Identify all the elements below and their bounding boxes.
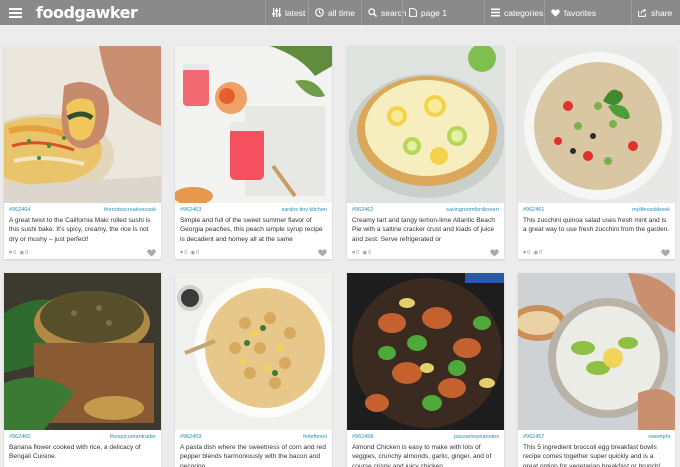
likes-count: 0 — [356, 250, 360, 256]
recipe-description: Almond Chicken is easy to make with lots… — [352, 444, 492, 467]
site-logo[interactable]: foodgawker — [36, 3, 138, 22]
recipe-description: This 5 ingredient broccoli egg breakfast… — [523, 444, 661, 467]
heart-small-icon: ♥ — [523, 250, 527, 256]
eye-icon: ◉ — [19, 250, 25, 256]
recipe-id: #962463 — [180, 207, 202, 213]
recipe-source-link[interactable]: theepicureantrader — [110, 434, 156, 440]
recipe-card[interactable]: #962462 savingroomfordessert Creamy tart… — [347, 46, 504, 259]
recipe-source-link[interactable]: feiteftevet — [303, 434, 327, 440]
recipe-id: #962457 — [523, 434, 545, 440]
recipe-card[interactable]: #962460 theepicureantrader Banana flower… — [4, 273, 161, 467]
list-icon — [491, 8, 500, 17]
recipe-description: Simple and full of the sweet summer flav… — [180, 217, 323, 243]
recipe-photo-peach-syrup[interactable] — [175, 46, 332, 203]
recipe-id: #962458 — [352, 434, 374, 440]
hamburger-menu-icon[interactable] — [0, 0, 30, 25]
recipe-id: #962461 — [523, 207, 545, 213]
recipe-card[interactable]: #962461 mylifecookbook This zucchini qui… — [518, 46, 675, 259]
nav-page-label: page 1 — [421, 7, 447, 18]
nav-latest-label: latest — [285, 7, 306, 18]
recipe-photo-quinoa-salad[interactable] — [518, 46, 675, 203]
recipe-card[interactable]: #962464 thenotsocreativecook A great twi… — [4, 46, 161, 259]
recipe-card[interactable]: #962459 feiteftevet A pasta dish where t… — [175, 273, 332, 467]
heart-icon — [551, 8, 560, 17]
recipe-source-link[interactable]: sweetphi — [648, 434, 670, 440]
recipe-photo-almond-chicken[interactable] — [347, 273, 504, 430]
heart-small-icon: ♥ — [352, 250, 356, 256]
recipe-photo-lemon-lime-pie[interactable] — [347, 46, 504, 203]
heart-small-icon: ♥ — [9, 250, 13, 256]
recipe-card[interactable]: #962457 sweetphi This 5 ingredient brocc… — [518, 273, 675, 467]
nav-all-time[interactable]: all time — [308, 0, 361, 25]
eye-icon: ◉ — [533, 250, 539, 256]
favorite-heart-icon[interactable] — [147, 249, 156, 257]
views-count: 0 — [196, 250, 200, 256]
document-icon — [409, 8, 417, 17]
nav-share-label: share — [651, 7, 673, 18]
likes-count: 0 — [184, 250, 188, 256]
recipe-photo-broccoli-egg-bowl[interactable] — [518, 273, 675, 430]
clock-icon — [315, 8, 324, 17]
favorite-heart-icon[interactable] — [661, 249, 670, 257]
sliders-icon — [272, 8, 281, 17]
likes-count: 0 — [527, 250, 531, 256]
heart-small-icon: ♥ — [180, 250, 184, 256]
recipe-description: A pasta dish where the sweetness of corn… — [180, 444, 326, 467]
eye-icon: ◉ — [362, 250, 368, 256]
recipe-photo-sushi-bake[interactable] — [4, 46, 161, 203]
nav-favorites[interactable]: favorites — [544, 0, 602, 25]
share-icon — [638, 8, 647, 17]
favorite-heart-icon[interactable] — [490, 249, 499, 257]
recipe-id: #962460 — [9, 434, 31, 440]
top-bar: foodgawker latest all time search page 1… — [0, 0, 680, 25]
recipe-description: Banana flower cooked with rice, a delica… — [9, 444, 141, 461]
recipe-source-link[interactable]: sarahs tiny kitchen — [281, 207, 327, 213]
nav-page[interactable]: page 1 — [402, 0, 453, 25]
recipe-source-link[interactable]: mylifecookbook — [632, 207, 670, 213]
nav-share[interactable]: share — [631, 0, 678, 25]
recipe-description: Creamy tart and tangy lemon-lime Atlanti… — [352, 217, 495, 243]
recipe-description: This zucchini quinoa salad uses fresh mi… — [523, 217, 670, 234]
recipe-id: #962462 — [352, 207, 374, 213]
recipe-card[interactable]: #962463 sarahs tiny kitchen Simple and f… — [175, 46, 332, 259]
recipe-photo-corn-pasta[interactable] — [175, 273, 332, 430]
nav-categories[interactable]: categories — [484, 0, 549, 25]
recipe-card[interactable]: #962458 passamepeanotes Almond Chicken i… — [347, 273, 504, 467]
views-count: 0 — [368, 250, 372, 256]
favorite-heart-icon[interactable] — [318, 249, 327, 257]
recipe-id: #962464 — [9, 207, 31, 213]
views-count: 0 — [539, 250, 543, 256]
search-icon — [368, 8, 377, 17]
nav-categories-label: categories — [504, 7, 544, 18]
nav-latest[interactable]: latest — [265, 0, 311, 25]
nav-favorites-label: favorites — [564, 7, 597, 18]
recipe-description: A great twist to the California Maki rol… — [9, 217, 151, 243]
recipe-source-link[interactable]: thenotsocreativecook — [104, 207, 156, 213]
eye-icon: ◉ — [190, 250, 196, 256]
recipe-source-link[interactable]: savingroomfordessert — [446, 207, 499, 213]
likes-count: 0 — [13, 250, 17, 256]
recipe-source-link[interactable]: passamepeanotes — [454, 434, 499, 440]
recipe-id: #962459 — [180, 434, 202, 440]
recipe-photo-banana-flower-rice[interactable] — [4, 273, 161, 430]
nav-all-time-label: all time — [328, 7, 355, 18]
views-count: 0 — [25, 250, 29, 256]
